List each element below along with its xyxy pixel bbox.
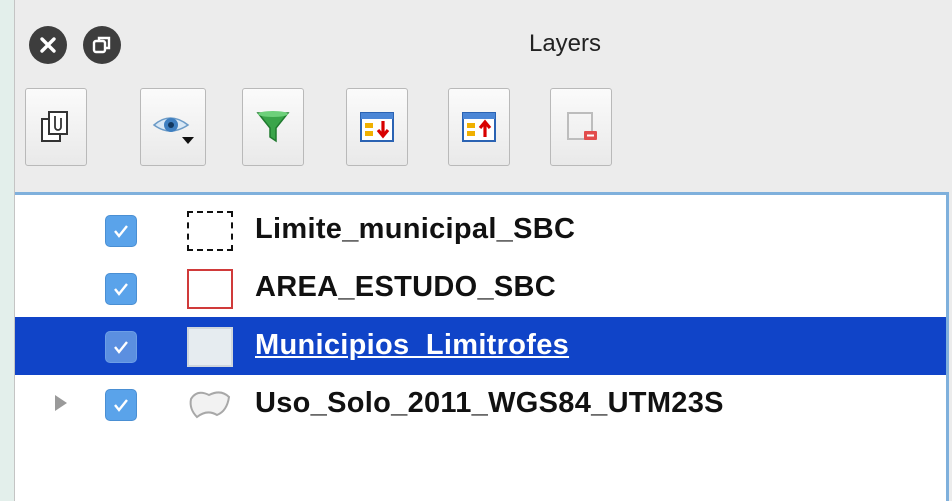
float-window-icon [92,36,111,54]
layer-visibility-checkbox[interactable] [105,331,137,363]
layer-tree[interactable]: Limite_municipal_SBC AREA_ESTUDO_SBC Mun… [15,192,949,501]
remove-layer-button[interactable] [550,88,612,166]
expand-all-button[interactable] [346,88,408,166]
layer-name: Uso_Solo_2011_WGS84_UTM23S [255,387,724,419]
layer-row[interactable]: Limite_municipal_SBC [15,201,946,259]
title-bar: Layers [15,0,952,90]
toolbar [15,88,952,188]
layer-visibility-checkbox[interactable] [105,215,137,247]
collapse-all-icon [462,112,496,142]
grey-fill-symbol-icon [187,327,233,367]
eye-icon [152,117,194,144]
layer-row-selected[interactable]: Municipios_Limitrofes [15,317,946,375]
layer-row[interactable]: AREA_ESTUDO_SBC [15,259,946,317]
layer-visibility-checkbox[interactable] [105,273,137,305]
remove-layer-icon [567,112,597,140]
layer-name: Limite_municipal_SBC [255,213,576,245]
checkmark-icon [114,283,128,296]
manage-visibility-button[interactable] [140,88,206,166]
expand-all-icon [360,112,394,142]
checkmark-icon [114,399,128,412]
add-group-button[interactable] [25,88,87,166]
dashed-square-symbol-icon [187,211,233,251]
layer-name: AREA_ESTUDO_SBC [255,271,556,303]
collapse-all-button[interactable] [448,88,510,166]
layer-name: Municipios_Limitrofes [255,329,570,361]
close-icon [40,37,56,53]
layer-row[interactable]: Uso_Solo_2011_WGS84_UTM23S [15,375,946,433]
polygon-symbol-icon [189,391,231,419]
float-button[interactable] [83,26,121,64]
checkmark-icon [114,341,128,354]
checkmark-icon [114,225,128,238]
layers-panel: Layers Limite_municipal_SBC AREA_ESTUDO_… [14,0,952,501]
funnel-icon [256,111,290,143]
filter-legend-button[interactable] [242,88,304,166]
close-button[interactable] [29,26,67,64]
expand-arrow-icon[interactable] [55,395,67,411]
red-outline-symbol-icon [187,269,233,309]
layer-visibility-checkbox[interactable] [105,389,137,421]
add-group-icon [41,111,68,142]
panel-title: Layers [528,30,602,57]
